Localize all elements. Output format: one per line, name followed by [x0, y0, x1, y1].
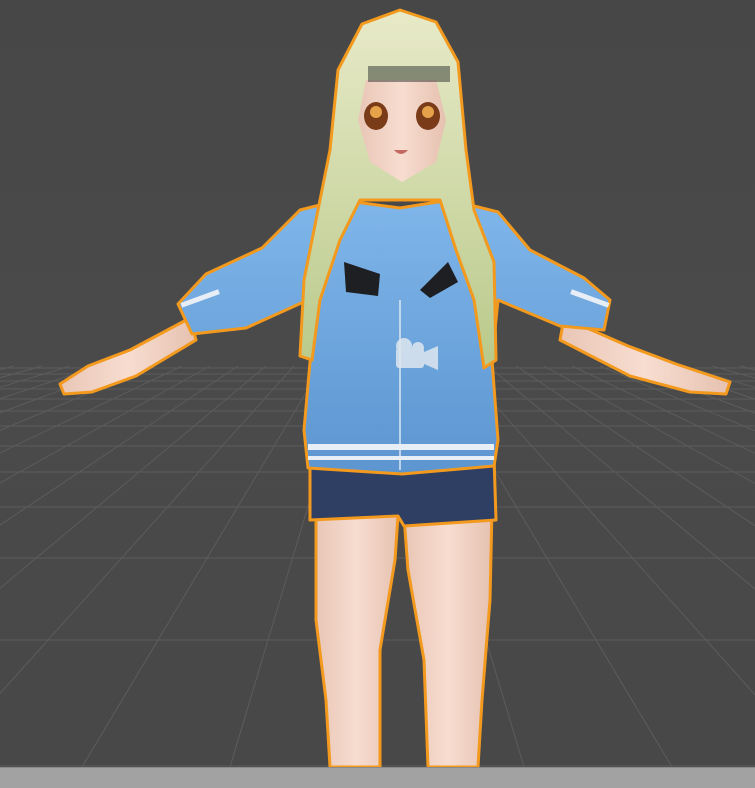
right-leg — [402, 506, 494, 767]
scene-canvas[interactable] — [0, 0, 755, 767]
jacket — [176, 198, 612, 476]
scene-bottom-bar — [0, 767, 755, 788]
scene-viewport[interactable] — [0, 0, 755, 767]
left-leg — [314, 508, 400, 767]
left-arm — [58, 316, 198, 396]
